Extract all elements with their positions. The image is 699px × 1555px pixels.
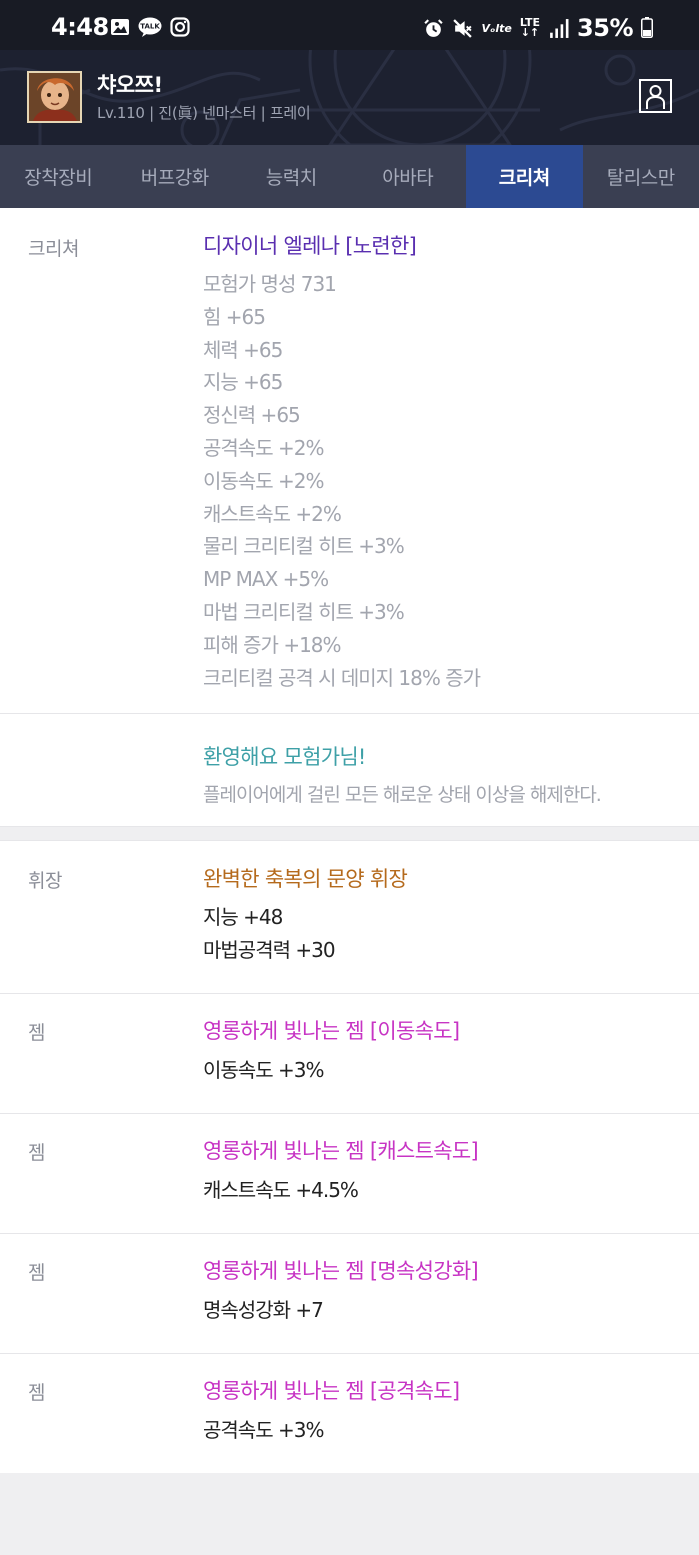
- creature-stat: 공격속도 +2%: [203, 435, 324, 460]
- gem-name: 영롱하게 빛나는 젬 [이동속도]: [203, 1019, 460, 1043]
- tab-buff-enhance[interactable]: 버프강화: [117, 145, 234, 208]
- gem-stat: 이동속도 +3%: [203, 1058, 324, 1082]
- creature-stat: 이동속도 +2%: [203, 468, 324, 493]
- creature-stat: 크리티컬 공격 시 데미지 18% 증가: [203, 665, 481, 690]
- avatar: [27, 71, 82, 123]
- battery-icon: [641, 17, 653, 38]
- creature-skill-desc: 플레이어에게 걸린 모든 해로운 상태 이상을 해제한다.: [203, 784, 602, 806]
- creature-stat: 지능 +65: [203, 370, 283, 395]
- creature-stat: 체력 +65: [203, 337, 283, 362]
- notification-icons: TALK: [110, 17, 190, 37]
- profile-button[interactable]: [639, 79, 672, 113]
- gem-name: 영롱하게 빛나는 젬 [명속성강화]: [203, 1259, 479, 1283]
- gem-name: 영롱하게 빛나는 젬 [캐스트속도]: [203, 1139, 479, 1163]
- creature-skill-section: 환영해요 모험가님! 플레이어에게 걸린 모든 해로운 상태 이상을 해제한다.: [0, 714, 699, 827]
- gem-label: 젬: [28, 1262, 45, 1284]
- user-icon: [646, 85, 665, 109]
- gem-section: 젬 영롱하게 빛나는 젬 [명속성강화] 명속성강화 +7: [0, 1234, 699, 1354]
- creature-stat: 마법 크리티컬 히트 +3%: [203, 599, 405, 624]
- volte-icon: Vₒlte: [481, 21, 512, 35]
- emblem-name: 완벽한 축복의 문양 휘장: [203, 867, 408, 891]
- gem-stat: 명속성강화 +7: [203, 1298, 324, 1322]
- creature-label: 크리쳐: [28, 238, 79, 260]
- signal-icon: [550, 18, 569, 38]
- creature-stat: 힘 +65: [203, 304, 266, 329]
- creature-stat: MP MAX +5%: [203, 567, 329, 592]
- tab-equipment[interactable]: 장착장비: [0, 145, 117, 208]
- creature-stat: 피해 증가 +18%: [203, 632, 342, 657]
- character-portrait-icon: [29, 73, 80, 121]
- creature-skill-name: 환영해요 모험가님!: [203, 745, 366, 769]
- tab-talisman[interactable]: 탈리스만: [583, 145, 699, 208]
- gem-section: 젬 영롱하게 빛나는 젬 [공격속도] 공격속도 +3%: [0, 1354, 699, 1473]
- emblem-stat: 지능 +48: [203, 905, 283, 929]
- kakao-badge-text: TALK: [140, 23, 160, 31]
- status-time: 4:48: [51, 13, 109, 41]
- gem-name: 영롱하게 빛나는 젬 [공격속도]: [203, 1379, 460, 1403]
- tab-avatar[interactable]: 아바타: [350, 145, 467, 208]
- lte-icon: LTE ↓↑: [519, 16, 541, 39]
- gem-label: 젬: [28, 1142, 45, 1164]
- creature-stat: 모험가 명성 731: [203, 272, 337, 296]
- gem-stat: 캐스트속도 +4.5%: [203, 1178, 359, 1202]
- creature-stat: 정신력 +65: [203, 403, 301, 428]
- creature-stat: 캐스트속도 +2%: [203, 501, 342, 526]
- alarm-icon: [424, 18, 444, 37]
- gem-section: 젬 영롱하게 빛나는 젬 [이동속도] 이동속도 +3%: [0, 994, 699, 1114]
- character-header: 챠오쯔! Lv.110 | 진(眞) 넨마스터 | 프레이: [0, 50, 699, 145]
- gem-label: 젬: [28, 1022, 45, 1044]
- mute-icon: [453, 18, 473, 38]
- instagram-icon: [170, 17, 190, 37]
- gem-stat: 공격속도 +3%: [203, 1418, 324, 1442]
- section-divider: [0, 827, 699, 841]
- emblem-stat: 마법공격력 +30: [203, 937, 336, 962]
- battery-percent: 35%: [577, 14, 633, 42]
- kakaotalk-icon: TALK: [138, 17, 162, 37]
- creature-section: 크리쳐 디자이너 엘레나 [노련한] 모험가 명성 731 힘 +65 체력 +…: [0, 208, 699, 714]
- emblem-section: 휘장 완벽한 축복의 문양 휘장 지능 +48 마법공격력 +30: [0, 841, 699, 994]
- gem-label: 젬: [28, 1382, 45, 1404]
- creature-stat: 물리 크리티컬 히트 +3%: [203, 534, 405, 559]
- status-bar: 4:48 TALK Vₒlte LTE ↓↑ 35%: [0, 0, 699, 50]
- character-info: Lv.110 | 진(眞) 넨마스터 | 프레이: [97, 104, 311, 122]
- emblem-stats: 지능 +48 마법공격력 +30: [203, 901, 681, 967]
- tab-creature[interactable]: 크리쳐: [466, 145, 583, 208]
- gem-section: 젬 영롱하게 빛나는 젬 [캐스트속도] 캐스트속도 +4.5%: [0, 1114, 699, 1234]
- character-name: 챠오쯔!: [97, 73, 163, 97]
- tab-bar: 장착장비 버프강화 능력치 아바타 크리쳐 탈리스만: [0, 145, 699, 208]
- gallery-icon: [111, 19, 129, 35]
- creature-name: 디자이너 엘레나 [노련한]: [203, 234, 417, 258]
- creature-content: 크리쳐 디자이너 엘레나 [노련한] 모험가 명성 731 힘 +65 체력 +…: [0, 208, 699, 1473]
- creature-stats: 모험가 명성 731 힘 +65 체력 +65 지능 +65 정신력 +65 공…: [203, 268, 681, 694]
- tab-stats[interactable]: 능력치: [233, 145, 350, 208]
- emblem-label: 휘장: [28, 870, 62, 892]
- status-right: Vₒlte LTE ↓↑ 35%: [423, 14, 653, 42]
